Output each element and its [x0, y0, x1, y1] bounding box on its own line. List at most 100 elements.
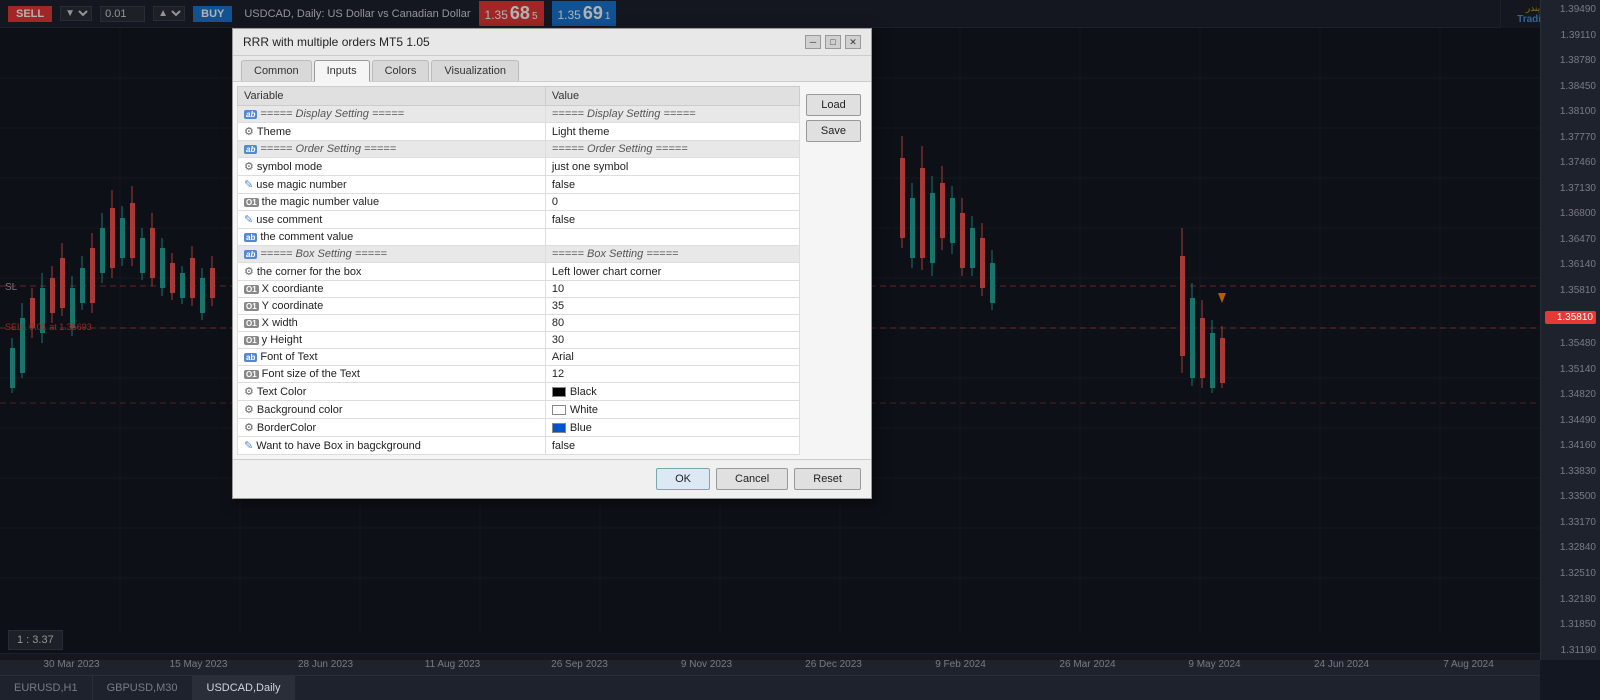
val-cell[interactable]: just one symbol [545, 158, 799, 176]
properties-table: Variable Value ab===== Display Setting =… [237, 86, 800, 455]
val-cell[interactable]: Black [545, 383, 799, 401]
load-button[interactable]: Load [806, 94, 861, 116]
tab-gbpusd[interactable]: GBPUSD,M30 [93, 676, 193, 700]
table-row[interactable]: ⚙Background color White [238, 401, 800, 419]
pen-icon: ✎ [244, 213, 253, 226]
price-tick: 1.33500 [1545, 491, 1596, 502]
footer-buttons: OK Cancel Reset [656, 468, 861, 490]
color-swatch-black [552, 387, 566, 397]
tab-visualization[interactable]: Visualization [431, 60, 519, 81]
table-row[interactable]: O1Y coordinate 35 [238, 298, 800, 315]
price-tick: 1.39110 [1545, 30, 1596, 41]
val-cell[interactable]: 0 [545, 194, 799, 211]
tab-eurusd[interactable]: EURUSD,H1 [0, 676, 93, 700]
gear-icon: ⚙ [244, 125, 254, 138]
gear-icon: ⚙ [244, 421, 254, 434]
reset-button[interactable]: Reset [794, 468, 861, 490]
val-cell[interactable]: 80 [545, 315, 799, 332]
tab-usdcad[interactable]: USDCAD,Daily [193, 676, 296, 700]
date-tick: 26 Dec 2023 [770, 659, 897, 670]
icon-o1: O1 [244, 198, 259, 207]
price-tick: 1.36140 [1545, 259, 1596, 270]
price-tick: 1.35810 [1545, 285, 1596, 296]
val-cell[interactable]: 12 [545, 366, 799, 383]
minimize-button[interactable]: ─ [805, 35, 821, 49]
var-cell: O1X width [238, 315, 546, 332]
date-tick: 28 Jun 2023 [262, 659, 389, 670]
table-row[interactable]: O1y Height 30 [238, 332, 800, 349]
date-tick: 26 Sep 2023 [516, 659, 643, 670]
price-tick: 1.32180 [1545, 594, 1596, 605]
table-row[interactable]: O1Font size of the Text 12 [238, 366, 800, 383]
close-button[interactable]: ✕ [845, 35, 861, 49]
table-row[interactable]: ✎use magic number false [238, 176, 800, 194]
var-cell: ⚙Theme [238, 123, 546, 141]
dialog-main: Variable Value ab===== Display Setting =… [237, 86, 800, 455]
icon-ab: ab [244, 110, 257, 119]
table-row[interactable]: O1X coordiante 10 [238, 281, 800, 298]
price-tick: 1.37770 [1545, 132, 1596, 143]
table-row[interactable]: ✎Want to have Box in bagckground false [238, 437, 800, 455]
table-row[interactable]: ⚙symbol mode just one symbol [238, 158, 800, 176]
price-tick: 1.34490 [1545, 415, 1596, 426]
val-cell[interactable]: 10 [545, 281, 799, 298]
var-cell: ⚙symbol mode [238, 158, 546, 176]
gear-icon: ⚙ [244, 403, 254, 416]
tab-inputs[interactable]: Inputs [314, 60, 370, 82]
val-cell[interactable]: false [545, 211, 799, 229]
cancel-button[interactable]: Cancel [716, 468, 788, 490]
date-tick: 15 May 2023 [135, 659, 262, 670]
tab-common[interactable]: Common [241, 60, 312, 81]
table-row[interactable]: ✎use comment false [238, 211, 800, 229]
val-cell[interactable]: false [545, 437, 799, 455]
table-row[interactable]: abFont of Text Arial [238, 349, 800, 366]
price-tick: 1.38450 [1545, 81, 1596, 92]
val-cell[interactable]: 30 [545, 332, 799, 349]
section-value: ===== Display Setting ===== [545, 106, 799, 123]
dialog-titlebar[interactable]: RRR with multiple orders MT5 1.05 ─ □ ✕ [233, 29, 871, 56]
dialog-controls: ─ □ ✕ [805, 35, 861, 49]
save-button[interactable]: Save [806, 120, 861, 142]
table-row[interactable]: ⚙Text Color Black [238, 383, 800, 401]
val-cell[interactable]: Blue [545, 419, 799, 437]
date-tick: 11 Aug 2023 [389, 659, 516, 670]
val-cell[interactable]: White [545, 401, 799, 419]
ok-button[interactable]: OK [656, 468, 710, 490]
icon-o1: O1 [244, 319, 259, 328]
price-tick: 1.31850 [1545, 619, 1596, 630]
val-cell[interactable]: Arial [545, 349, 799, 366]
date-tick: 24 Jun 2024 [1278, 659, 1405, 670]
val-cell[interactable] [545, 229, 799, 246]
icon-o1: O1 [244, 336, 259, 345]
price-tick: 1.33170 [1545, 517, 1596, 528]
price-tick: 1.38100 [1545, 106, 1596, 117]
icon-ab: ab [244, 145, 257, 154]
val-cell[interactable]: false [545, 176, 799, 194]
table-row[interactable]: ⚙the corner for the box Left lower chart… [238, 263, 800, 281]
val-cell[interactable]: Light theme [545, 123, 799, 141]
date-tick: 26 Mar 2024 [1024, 659, 1151, 670]
table-row[interactable]: O1X width 80 [238, 315, 800, 332]
tab-colors[interactable]: Colors [372, 60, 430, 81]
table-row[interactable]: abthe comment value [238, 229, 800, 246]
table-row[interactable]: O1the magic number value 0 [238, 194, 800, 211]
side-buttons: Load Save [800, 86, 867, 455]
price-tick: 1.31190 [1545, 645, 1596, 656]
date-tick: 9 May 2024 [1151, 659, 1278, 670]
var-cell: O1Y coordinate [238, 298, 546, 315]
val-cell[interactable]: Left lower chart corner [545, 263, 799, 281]
maximize-button[interactable]: □ [825, 35, 841, 49]
val-cell[interactable]: 35 [545, 298, 799, 315]
price-tick: 1.37130 [1545, 183, 1596, 194]
table-row[interactable]: ⚙BorderColor Blue [238, 419, 800, 437]
var-cell: ✎use comment [238, 211, 546, 229]
var-cell: ✎Want to have Box in bagckground [238, 437, 546, 455]
price-tick: 1.34160 [1545, 440, 1596, 451]
var-cell: O1X coordiante [238, 281, 546, 298]
icon-ab: ab [244, 353, 257, 362]
table-row[interactable]: ⚙Theme Light theme [238, 123, 800, 141]
dialog-body: Variable Value ab===== Display Setting =… [233, 82, 871, 459]
price-tick: 1.37460 [1545, 157, 1596, 168]
var-cell: abFont of Text [238, 349, 546, 366]
var-cell: ⚙Background color [238, 401, 546, 419]
